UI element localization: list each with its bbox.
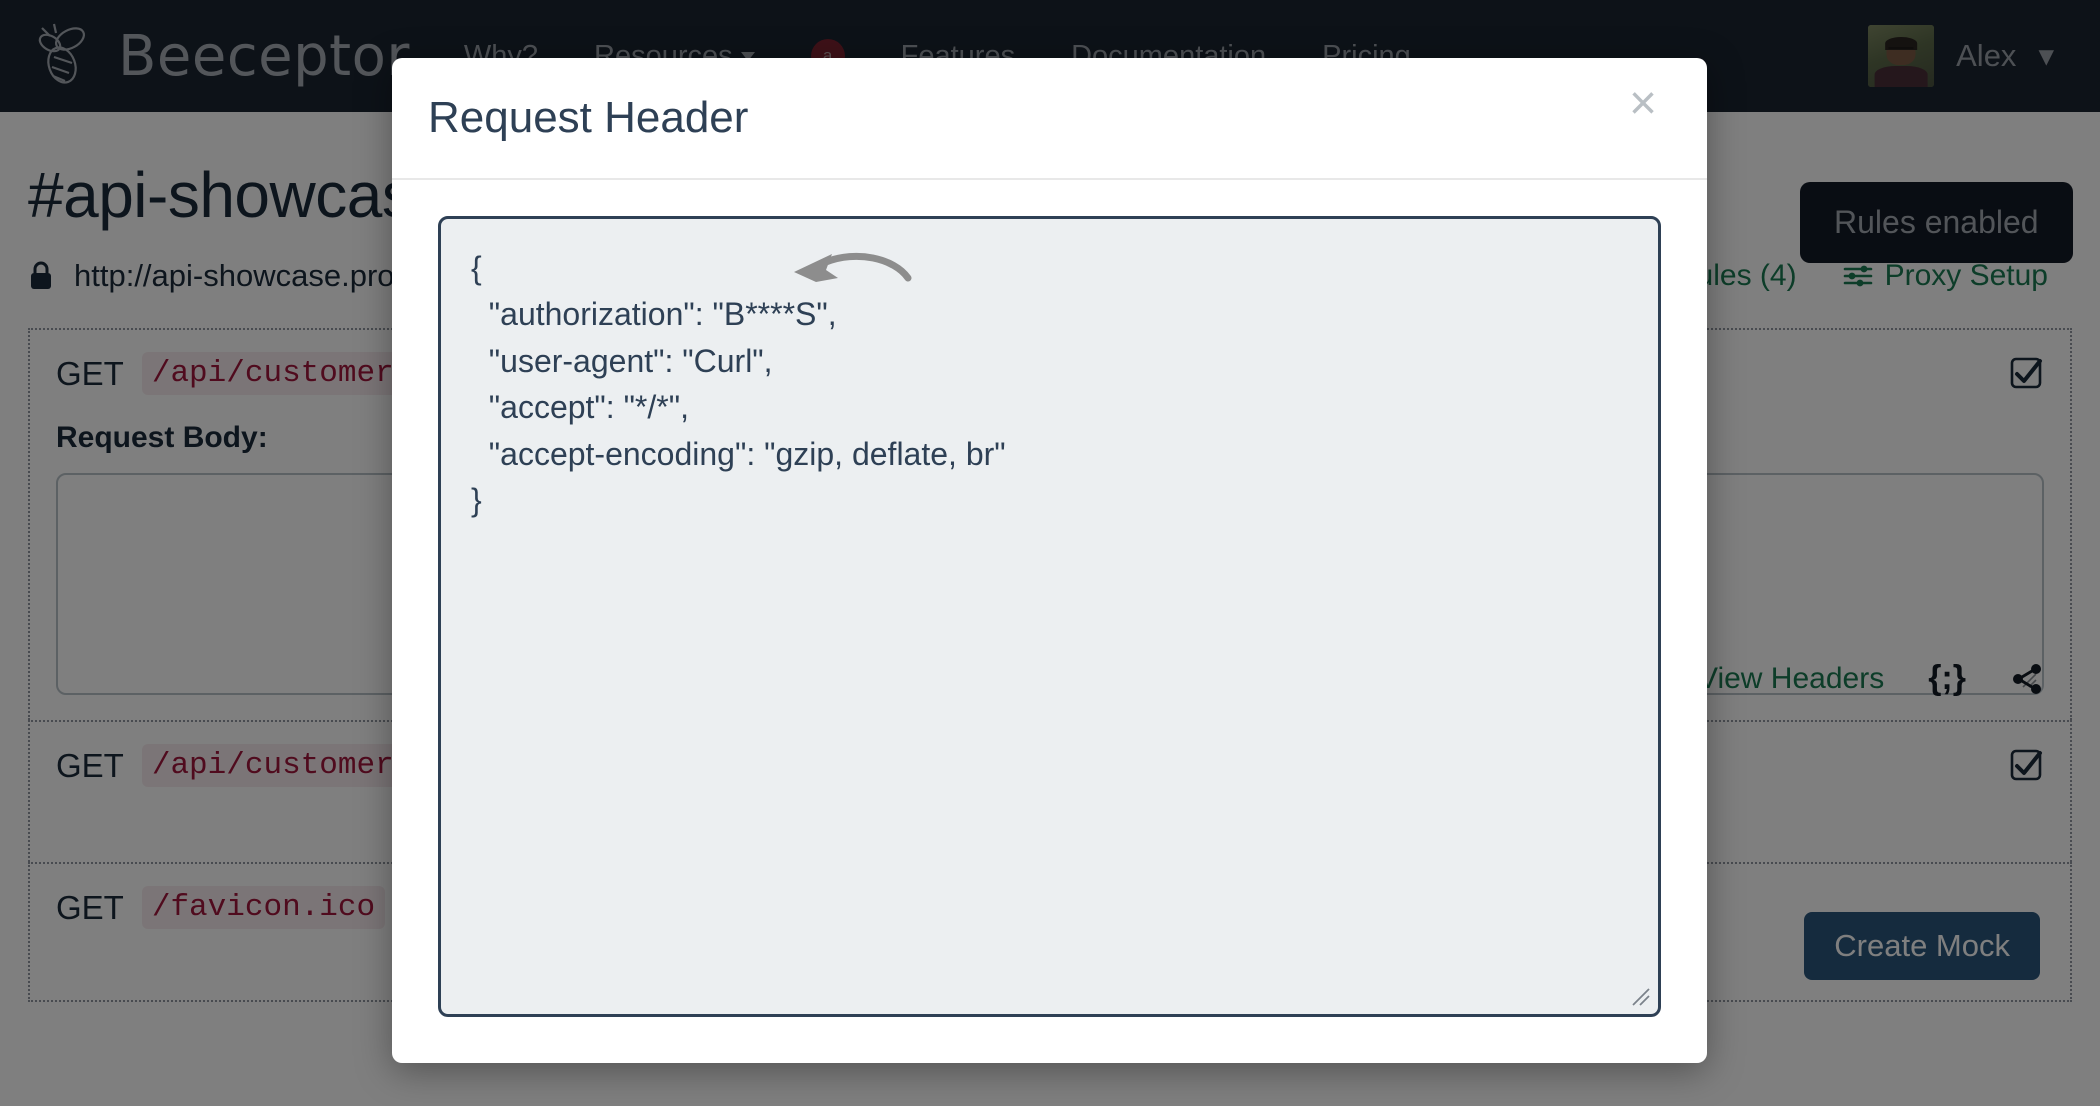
request-header-textarea[interactable]: { "authorization": "B****S", "user-agent…	[438, 216, 1661, 1017]
close-icon[interactable]: ×	[1619, 76, 1667, 132]
request-header-modal: Request Header × { "authorization": "B**…	[392, 58, 1707, 1063]
resize-grip-icon[interactable]	[1630, 986, 1652, 1008]
modal-body: { "authorization": "B****S", "user-agent…	[392, 180, 1707, 1063]
modal-title: Request Header	[428, 93, 749, 142]
modal-header: Request Header ×	[392, 58, 1707, 180]
request-header-json: { "authorization": "B****S", "user-agent…	[471, 250, 1006, 518]
